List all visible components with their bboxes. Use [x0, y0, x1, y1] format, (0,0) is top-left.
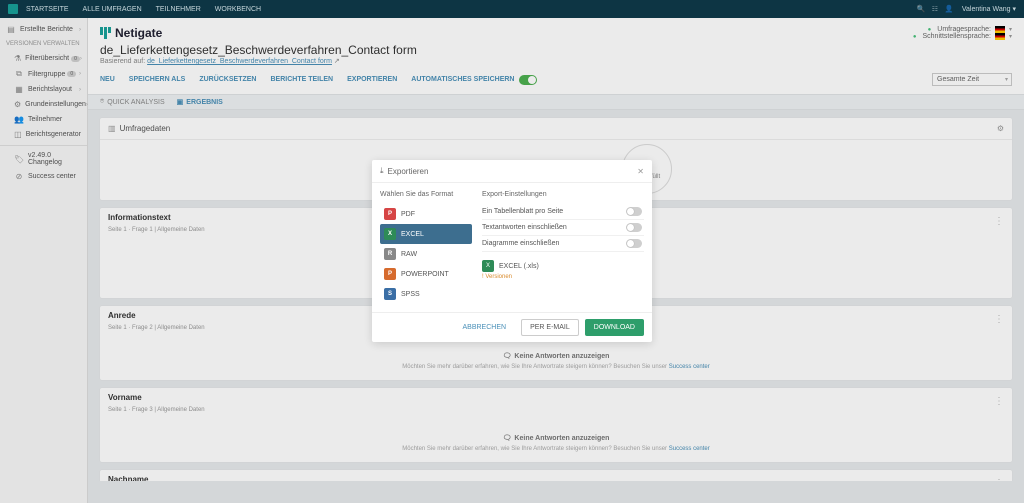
format-option-raw[interactable]: RRAW [380, 244, 472, 264]
toggle-off-icon [626, 223, 642, 232]
toggle-off-icon [626, 239, 642, 248]
settings-section-label: Export-Einstellungen [482, 191, 644, 198]
export-modal: ⤓ Exportieren ✕ Wählen Sie das Format PP… [372, 160, 652, 342]
format-option-powerpoint[interactable]: PPOWERPOINT [380, 264, 472, 284]
format-option-pdf[interactable]: PPDF [380, 204, 472, 224]
option-include-text[interactable]: Textantworten einschließen [482, 220, 644, 236]
export-icon: ⤓ [380, 166, 384, 176]
format-option-excel[interactable]: XEXCEL [380, 224, 472, 244]
option-include-charts[interactable]: Diagramme einschließen [482, 236, 644, 252]
file-type-row: X EXCEL (.xls) [482, 260, 644, 272]
close-icon[interactable]: ✕ [637, 167, 644, 176]
version-warning: ! Versionen [482, 274, 644, 280]
format-section-label: Wählen Sie das Format [380, 191, 472, 198]
cancel-button[interactable]: ABBRECHEN [454, 319, 516, 336]
toggle-off-icon [626, 207, 642, 216]
modal-overlay: ⤓ Exportieren ✕ Wählen Sie das Format PP… [0, 0, 1024, 503]
email-button[interactable]: PER E-MAIL [521, 319, 579, 336]
download-button[interactable]: DOWNLOAD [585, 319, 644, 336]
modal-title: Exportieren [388, 167, 429, 176]
option-sheet-per-page[interactable]: Ein Tabellenblatt pro Seite [482, 204, 644, 220]
format-option-spss[interactable]: SSPSS [380, 284, 472, 304]
